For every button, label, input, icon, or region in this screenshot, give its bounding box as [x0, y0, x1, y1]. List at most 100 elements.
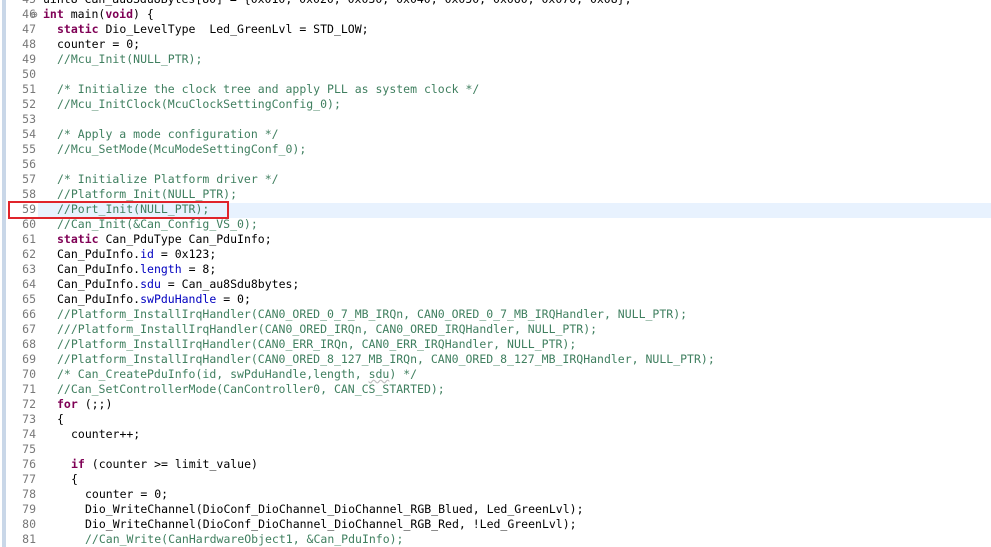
code-text: //Mcu_InitClock(McuClockSettingConfig_0)… — [57, 97, 341, 111]
code-line-52[interactable]: 52 //Mcu_InitClock(McuClockSettingConfig_… — [0, 97, 991, 112]
code-line-56[interactable]: 56 — [0, 157, 991, 172]
code-line-76[interactable]: 76 if (counter >= limit_value) — [0, 457, 991, 472]
code-line-50[interactable]: 50 — [0, 67, 991, 82]
code-text: //Port_Init(NULL_PTR); — [57, 202, 210, 216]
code-text: //Platform_InstallIrqHandler(CAN0_ORED_0… — [57, 307, 688, 321]
line-number: 51 — [22, 82, 36, 96]
line-number: 74 — [22, 427, 36, 441]
line-number: 50 — [22, 67, 36, 81]
code-line-79[interactable]: 79 Dio_WriteChannel(DioConf_DioChannel_Di… — [0, 502, 991, 517]
code-line-45[interactable]: 45 uint8 Can_au8Sdu8Bytes[80] = {0x010, 0… — [0, 0, 991, 7]
fold-collapse-icon[interactable]: ⊖ — [31, 7, 41, 22]
line-number: 67 — [22, 322, 36, 336]
line-number: 49 — [22, 52, 36, 66]
code-line-65[interactable]: 65 Can_PduInfo.swPduHandle = 0; — [0, 292, 991, 307]
code-line-46[interactable]: 46 ⊖ int main(void) { — [0, 7, 991, 22]
code-line-77[interactable]: 77 { — [0, 472, 991, 487]
code-line-53[interactable]: 53 — [0, 112, 991, 127]
code-text: Can_PduInfo.length = 8; — [57, 262, 217, 276]
line-number: 56 — [22, 157, 36, 171]
code-text: Can_PduInfo.swPduHandle = 0; — [57, 292, 251, 306]
code-text: Can_PduInfo.id = 0x123; — [57, 247, 217, 261]
line-number: 54 — [22, 127, 36, 141]
line-number: 64 — [22, 277, 36, 291]
code-text: //Mcu_SetMode(McuModeSettingConf_0); — [57, 142, 307, 156]
code-text: uint8 Can_au8Sdu8Bytes[80] = {0x010, 0x0… — [43, 0, 632, 7]
code-text: //Platform_InstallIrqHandler(CAN0_ERR_IR… — [57, 337, 577, 351]
line-number: 73 — [22, 412, 36, 426]
line-number: 59 — [22, 202, 36, 216]
line-number: 77 — [22, 472, 36, 486]
line-number: 57 — [22, 172, 36, 186]
code-line-59[interactable]: 59 //Port_Init(NULL_PTR); — [0, 202, 991, 217]
code-text: counter++; — [71, 427, 141, 441]
line-number: 45 — [14, 0, 36, 7]
code-line-71[interactable]: 71 //Can_SetControllerMode(CanController0… — [0, 382, 991, 397]
code-text: counter = 0; — [85, 487, 169, 501]
code-text: { — [57, 412, 64, 426]
code-line-66[interactable]: 66 //Platform_InstallIrqHandler(CAN0_ORED… — [0, 307, 991, 322]
line-number: 63 — [22, 262, 36, 276]
code-line-61[interactable]: 61 static Can_PduType Can_PduInfo; — [0, 232, 991, 247]
code-line-70[interactable]: 70 /* Can_CreatePduInfo(id, swPduHandle,l… — [0, 367, 991, 382]
code-line-74[interactable]: 74 counter++; — [0, 427, 991, 442]
code-text: static Can_PduType Can_PduInfo; — [57, 232, 272, 246]
line-number: 65 — [22, 292, 36, 306]
line-number: 75 — [22, 442, 36, 456]
code-text: /* Can_CreatePduInfo(id, swPduHandle,len… — [57, 367, 418, 381]
code-line-55[interactable]: 55 //Mcu_SetMode(McuModeSettingConf_0); — [0, 142, 991, 157]
code-line-64[interactable]: 64 Can_PduInfo.sdu = Can_au8Sdu8bytes; — [0, 277, 991, 292]
code-text: ///Platform_InstallIrqHandler(CAN0_ORED_… — [57, 322, 598, 336]
code-text: //Platform_Init(NULL_PTR); — [57, 187, 238, 201]
code-text: /* Apply a mode configuration */ — [57, 127, 279, 141]
line-number: 68 — [22, 337, 36, 351]
code-line-63[interactable]: 63 Can_PduInfo.length = 8; — [0, 262, 991, 277]
code-text: //Can_SetControllerMode(CanController0, … — [57, 382, 445, 396]
line-number: 78 — [22, 487, 36, 501]
code-text: /* Initialize the clock tree and apply P… — [57, 82, 480, 96]
code-line-58[interactable]: 58 //Platform_Init(NULL_PTR); — [0, 187, 991, 202]
line-number: 58 — [22, 187, 36, 201]
line-number: 47 — [22, 22, 36, 36]
code-line-49[interactable]: 49 //Mcu_Init(NULL_PTR); — [0, 52, 991, 67]
code-text: static Dio_LevelType Led_GreenLvl = STD_… — [57, 22, 369, 36]
line-number: 79 — [22, 502, 36, 516]
line-number: 48 — [22, 37, 36, 51]
code-text: Dio_WriteChannel(DioConf_DioChannel_DioC… — [85, 517, 577, 531]
code-line-75[interactable]: 75 — [0, 442, 991, 457]
code-line-57[interactable]: 57 /* Initialize Platform driver */ — [0, 172, 991, 187]
code-text: //Can_Init(&Can_Config_VS_0); — [57, 217, 258, 231]
code-line-60[interactable]: 60 //Can_Init(&Can_Config_VS_0); — [0, 217, 991, 232]
code-line-78[interactable]: 78 counter = 0; — [0, 487, 991, 502]
code-line-80[interactable]: 80 Dio_WriteChannel(DioConf_DioChannel_Di… — [0, 517, 991, 532]
code-line-51[interactable]: 51 /* Initialize the clock tree and apply… — [0, 82, 991, 97]
code-line-67[interactable]: 67 ///Platform_InstallIrqHandler(CAN0_ORE… — [0, 322, 991, 337]
code-line-54[interactable]: 54 /* Apply a mode configuration */ — [0, 127, 991, 142]
line-number: 55 — [22, 142, 36, 156]
code-editor[interactable]: 45 uint8 Can_au8Sdu8Bytes[80] = {0x010, 0… — [0, 0, 991, 547]
code-text: if (counter >= limit_value) — [71, 457, 258, 471]
line-number: 61 — [22, 232, 36, 246]
line-number: 80 — [22, 517, 36, 531]
line-number: 69 — [22, 352, 36, 366]
line-number: 53 — [22, 112, 36, 126]
code-line-81[interactable]: 81 //Can_Write(CanHardwareObject1, &Can_P… — [0, 532, 991, 547]
line-number: 70 — [22, 367, 36, 381]
code-text: for (;;) — [57, 397, 113, 411]
code-line-73[interactable]: 73 { — [0, 412, 991, 427]
line-number: 60 — [22, 217, 36, 231]
code-text: //Can_Write(CanHardwareObject1, &Can_Pdu… — [85, 532, 404, 546]
code-line-48[interactable]: 48 counter = 0; — [0, 37, 991, 52]
line-number: 52 — [22, 97, 36, 111]
code-line-72[interactable]: 72 for (;;) — [0, 397, 991, 412]
code-line-47[interactable]: 47 static Dio_LevelType Led_GreenLvl = ST… — [0, 22, 991, 37]
code-line-62[interactable]: 62 Can_PduInfo.id = 0x123; — [0, 247, 991, 262]
code-text: Can_PduInfo.sdu = Can_au8Sdu8bytes; — [57, 277, 300, 291]
code-line-69[interactable]: 69 //Platform_InstallIrqHandler(CAN0_ORED… — [0, 352, 991, 367]
line-number: 71 — [22, 382, 36, 396]
line-number: 62 — [22, 247, 36, 261]
code-text: //Mcu_Init(NULL_PTR); — [57, 52, 203, 66]
code-text: int main(void) { — [43, 7, 154, 21]
code-line-68[interactable]: 68 //Platform_InstallIrqHandler(CAN0_ERR_… — [0, 337, 991, 352]
line-number: 66 — [22, 307, 36, 321]
